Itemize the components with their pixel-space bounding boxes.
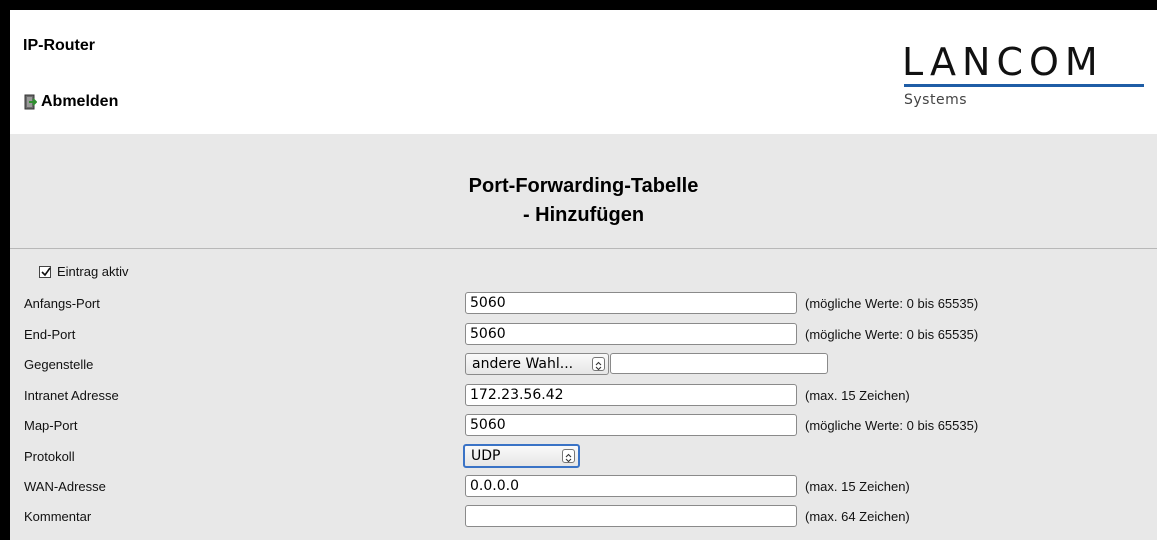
protocol-select[interactable]: UDP: [463, 444, 580, 468]
lancom-logo: LANCOM Systems: [902, 40, 1157, 120]
protocol-label: Protokoll: [24, 449, 75, 464]
intranet-hint: (max. 15 Zeichen): [805, 388, 910, 403]
app-title: IP-Router: [23, 37, 95, 54]
intranet-label: Intranet Adresse: [24, 388, 119, 403]
logout-link[interactable]: Abmelden: [23, 93, 118, 111]
page-frame: IP-Router Abmelden LANCOM Systems Port-F…: [10, 10, 1157, 540]
row-map-port: Map-Port 5060 (mögliche Werte: 0 bis 655…: [10, 413, 1157, 439]
page-title: Port-Forwarding-Tabelle - Hinzufügen: [10, 172, 1157, 230]
remote-select-value: andere Wahl...: [472, 356, 574, 372]
check-icon: [41, 267, 51, 276]
row-start-port: Anfangs-Port 5060 (mögliche Werte: 0 bis…: [10, 291, 1157, 317]
select-arrows-icon: [562, 449, 575, 463]
row-wan: WAN-Adresse 0.0.0.0 (max. 15 Zeichen): [10, 474, 1157, 500]
row-protocol: Protokoll UDP: [10, 444, 1157, 470]
port-forwarding-form: Eintrag aktiv Anfangs-Port 5060 (möglich…: [10, 248, 1157, 540]
logo-underline: [904, 84, 1144, 87]
active-checkbox-row: Eintrag aktiv: [39, 264, 129, 279]
comment-input[interactable]: [465, 505, 797, 527]
remote-label: Gegenstelle: [24, 357, 94, 372]
comment-hint: (max. 64 Zeichen): [805, 509, 910, 524]
end-port-label: End-Port: [24, 327, 76, 342]
intranet-input[interactable]: 172.23.56.42: [465, 384, 797, 406]
map-port-hint: (mögliche Werte: 0 bis 65535): [805, 418, 979, 433]
row-intranet: Intranet Adresse 172.23.56.42 (max. 15 Z…: [10, 383, 1157, 409]
start-port-input[interactable]: 5060: [465, 292, 797, 314]
end-port-hint: (mögliche Werte: 0 bis 65535): [805, 327, 979, 342]
wan-input[interactable]: 0.0.0.0: [465, 475, 797, 497]
page-title-line2: - Hinzufügen: [522, 204, 645, 226]
remote-select[interactable]: andere Wahl...: [465, 353, 609, 375]
start-port-hint: (mögliche Werte: 0 bis 65535): [805, 296, 979, 311]
active-checkbox-label: Eintrag aktiv: [57, 264, 129, 279]
logo-wordmark: LANCOM: [902, 40, 1104, 84]
active-checkbox[interactable]: [39, 265, 51, 278]
logout-label: Abmelden: [41, 93, 119, 110]
row-comment: Kommentar (max. 64 Zeichen): [10, 504, 1157, 530]
logout-icon: [23, 94, 38, 110]
map-port-input[interactable]: 5060: [465, 414, 797, 436]
title-band: Port-Forwarding-Tabelle - Hinzufügen: [10, 134, 1157, 248]
wan-hint: (max. 15 Zeichen): [805, 479, 910, 494]
header: IP-Router Abmelden LANCOM Systems: [10, 10, 1157, 134]
row-remote: Gegenstelle andere Wahl...: [10, 352, 1157, 378]
wan-label: WAN-Adresse: [24, 479, 106, 494]
page-title-line1: Port-Forwarding-Tabelle: [468, 175, 699, 197]
comment-label: Kommentar: [24, 509, 92, 524]
map-port-label: Map-Port: [24, 418, 78, 433]
remote-input[interactable]: [610, 353, 828, 374]
start-port-label: Anfangs-Port: [24, 296, 100, 311]
row-end-port: End-Port 5060 (mögliche Werte: 0 bis 655…: [10, 322, 1157, 348]
logo-subtext: Systems: [904, 92, 967, 108]
end-port-input[interactable]: 5060: [465, 323, 797, 345]
protocol-select-value: UDP: [471, 448, 501, 464]
select-arrows-icon: [592, 357, 605, 371]
